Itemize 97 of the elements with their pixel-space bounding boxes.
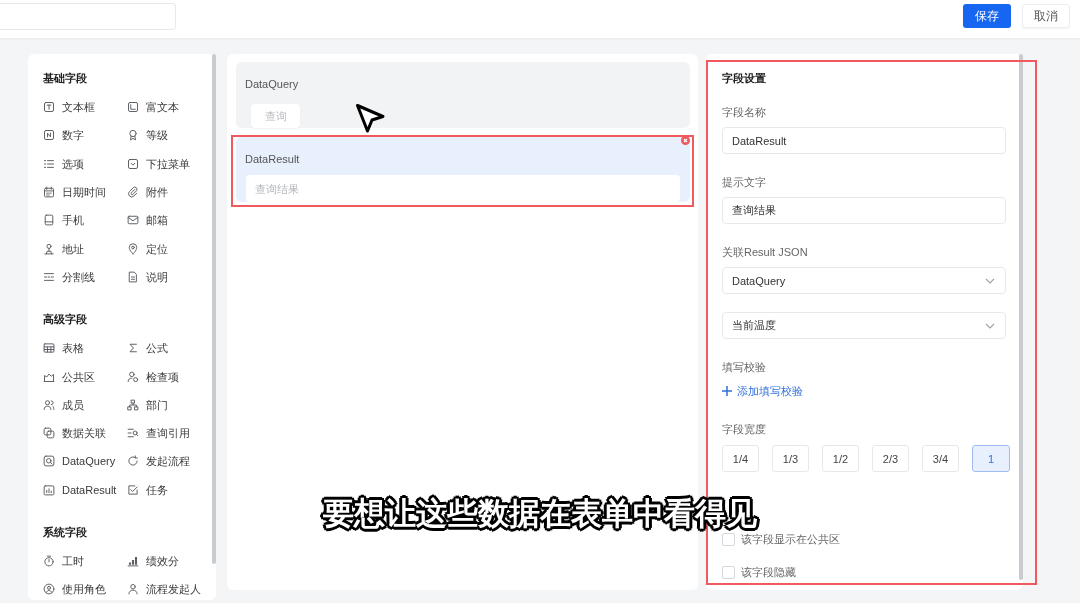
palette-item[interactable]: 定位 bbox=[127, 240, 168, 257]
dropdown-icon bbox=[127, 157, 139, 170]
divider-icon bbox=[43, 270, 55, 283]
field-label: 关联Result JSON bbox=[722, 245, 808, 260]
field-label: 字段名称 bbox=[722, 105, 766, 120]
palette-item[interactable]: 文本框 bbox=[43, 99, 95, 116]
palette-item[interactable]: 任务 bbox=[127, 481, 168, 498]
sigma-icon bbox=[127, 342, 139, 355]
cancel-button[interactable]: 取消 bbox=[1022, 4, 1070, 28]
org-chart-icon bbox=[127, 398, 139, 411]
select-field[interactable]: 当前温度 bbox=[722, 312, 1006, 339]
text-input[interactable]: DataResult bbox=[722, 127, 1006, 154]
chevron-down-icon bbox=[985, 322, 995, 329]
palette-item[interactable]: 说明 bbox=[127, 268, 168, 285]
user-circle-icon bbox=[43, 583, 55, 596]
width-option[interactable]: 1/2 bbox=[822, 445, 859, 472]
palette-item[interactable]: 绩效分 bbox=[127, 553, 179, 569]
phone-icon bbox=[43, 214, 55, 227]
palette-item[interactable]: 富文本 bbox=[127, 99, 179, 116]
paperclip-icon bbox=[127, 186, 139, 199]
chevron-down-icon bbox=[985, 277, 995, 284]
number-box-icon bbox=[43, 129, 55, 142]
plus-icon bbox=[722, 386, 732, 396]
field-label: DataResult bbox=[245, 152, 300, 167]
stopwatch-icon bbox=[43, 555, 55, 567]
task-check-icon bbox=[127, 483, 139, 496]
width-option[interactable]: 3/4 bbox=[922, 445, 959, 472]
palette-item[interactable]: 数字 bbox=[43, 127, 84, 144]
input-field[interactable]: 查询结果 bbox=[246, 175, 680, 202]
panel-title: 字段设置 bbox=[722, 71, 766, 86]
calendar-icon bbox=[43, 186, 55, 199]
field-label: DataQuery bbox=[245, 77, 299, 92]
palette-item[interactable]: 公式 bbox=[127, 340, 168, 357]
map-pin-icon bbox=[127, 242, 139, 255]
palette-item[interactable]: 查询引用 bbox=[127, 425, 190, 442]
bar-chart-box-icon bbox=[43, 483, 55, 496]
palette-item[interactable]: 流程发起人 bbox=[127, 581, 201, 598]
text-input[interactable]: 查询结果 bbox=[722, 197, 1006, 224]
section-title: 系统字段 bbox=[43, 524, 87, 540]
palette-item[interactable]: 检查项 bbox=[127, 368, 179, 385]
palette-item[interactable]: 成员 bbox=[43, 396, 84, 413]
field-label: 提示文字 bbox=[722, 175, 766, 190]
scrollbar-thumb[interactable] bbox=[1019, 54, 1023, 580]
palette-item[interactable]: 公共区 bbox=[43, 368, 95, 385]
palette-item[interactable]: 使用角色 bbox=[43, 581, 106, 598]
palette-item[interactable]: DataQuery bbox=[43, 453, 116, 470]
palette-item[interactable]: 表格 bbox=[43, 340, 84, 357]
user-icon bbox=[127, 583, 139, 596]
palette-item[interactable]: 下拉菜单 bbox=[127, 155, 190, 172]
palette-item[interactable]: 部门 bbox=[127, 396, 168, 413]
palette-item[interactable]: 工时 bbox=[43, 553, 84, 569]
form-field-block[interactable]: DataQuery 查询 bbox=[236, 62, 690, 128]
palette-item[interactable]: 数据关联 bbox=[43, 425, 106, 442]
section-title: 基础字段 bbox=[43, 71, 87, 86]
circle-arrow-icon bbox=[127, 455, 139, 468]
magnifier-square-icon bbox=[43, 455, 55, 468]
input-field[interactable] bbox=[0, 3, 176, 30]
checkbox[interactable] bbox=[722, 565, 735, 579]
checkbox-label: 该字段显示在公共区 bbox=[741, 532, 840, 547]
palette-item[interactable]: 等级 bbox=[127, 127, 168, 144]
scrollbar-thumb[interactable] bbox=[212, 54, 216, 564]
field-label: 字段宽度 bbox=[722, 422, 766, 437]
palette-item[interactable]: 附件 bbox=[127, 184, 168, 201]
palette-item[interactable]: DataResult bbox=[43, 481, 117, 498]
medal-icon bbox=[127, 129, 139, 142]
palette-item[interactable]: 邮箱 bbox=[127, 212, 168, 229]
close-icon[interactable] bbox=[681, 136, 690, 145]
field-label: 填写校验 bbox=[722, 360, 766, 375]
bar-chart-icon bbox=[127, 555, 139, 567]
save-button[interactable]: 保存 bbox=[963, 4, 1011, 28]
width-option[interactable]: 2/3 bbox=[872, 445, 909, 472]
stamp-icon bbox=[43, 242, 55, 255]
add-validation-link[interactable]: 添加填写校验 bbox=[722, 383, 803, 399]
palette-item[interactable]: 地址 bbox=[43, 240, 84, 257]
select-field[interactable]: DataQuery bbox=[722, 267, 1006, 294]
width-option[interactable]: 1/3 bbox=[772, 445, 809, 472]
list-icon bbox=[43, 157, 55, 170]
cursor-icon bbox=[355, 103, 385, 133]
palette-item[interactable]: 选项 bbox=[43, 155, 84, 172]
envelope-icon bbox=[127, 214, 139, 227]
section-title: 高级字段 bbox=[43, 312, 87, 328]
overlapping-squares-icon bbox=[43, 427, 55, 440]
width-option[interactable]: 1/4 bbox=[722, 445, 759, 472]
palette-item[interactable]: 手机 bbox=[43, 212, 84, 229]
document-icon bbox=[127, 270, 139, 283]
text-frame-icon bbox=[127, 101, 139, 114]
table-icon bbox=[43, 342, 55, 355]
search-list-icon bbox=[127, 427, 139, 440]
width-option[interactable]: 1 bbox=[972, 445, 1010, 472]
palette-item[interactable]: 日期时间 bbox=[43, 184, 106, 201]
users-icon bbox=[43, 398, 55, 411]
checkbox-label: 该字段隐藏 bbox=[741, 565, 796, 580]
checkbox[interactable] bbox=[722, 532, 735, 546]
text-box-icon bbox=[43, 101, 55, 114]
palette-item[interactable]: 分割线 bbox=[43, 268, 95, 285]
user-badge-icon bbox=[127, 370, 139, 383]
palette-item[interactable]: 发起流程 bbox=[127, 453, 190, 470]
